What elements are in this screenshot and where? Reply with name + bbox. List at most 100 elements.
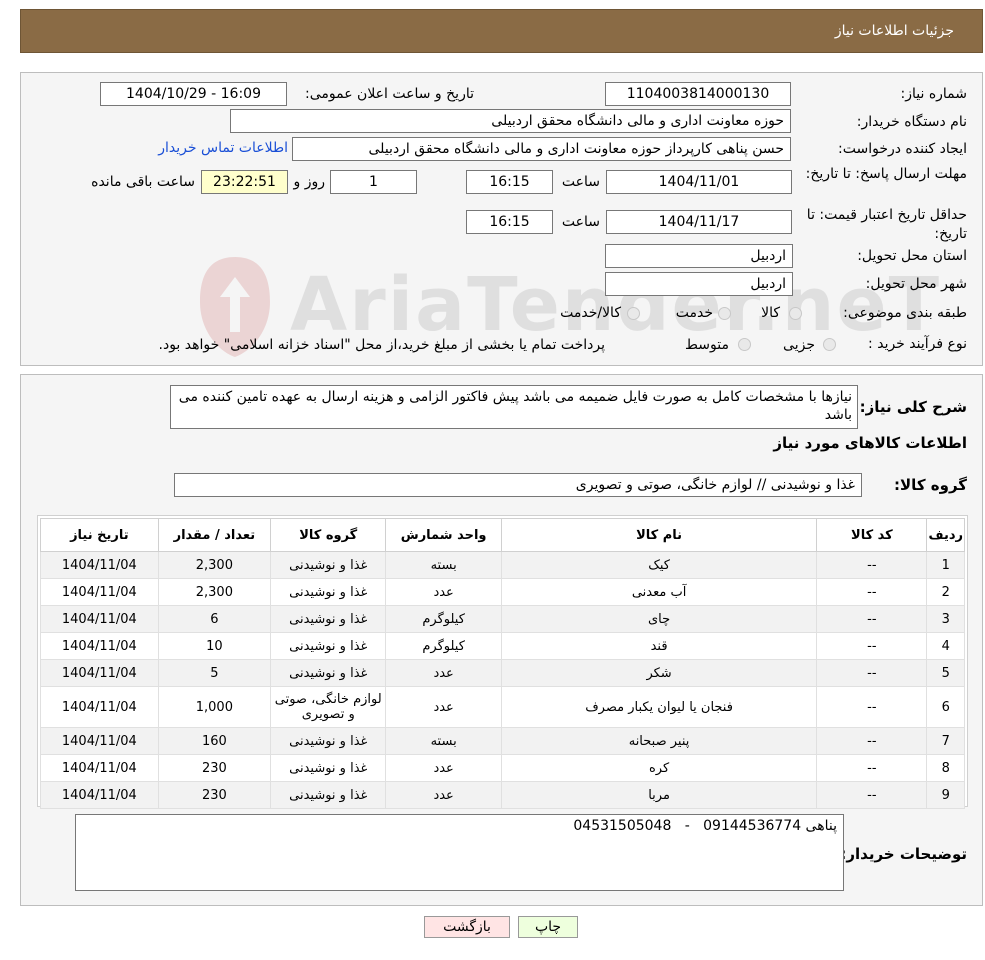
category-service-label: خدمت [675, 305, 713, 321]
category-goods-radio[interactable] [789, 307, 802, 320]
cell-quantity: 2,300 [157, 551, 272, 579]
cell-item-name: شکر [500, 659, 818, 687]
cell-item-name: چای [500, 605, 818, 633]
creator-label: ایجاد کننده درخواست: [838, 141, 967, 157]
cell-item-code: -- [816, 686, 928, 728]
category-goods-service-radio[interactable] [627, 307, 640, 320]
remaining-label: ساعت باقی مانده [91, 174, 195, 190]
cell-group: غذا و نوشیدنی [270, 605, 387, 633]
col-header-unit: واحد شمارش [385, 518, 502, 552]
process-partial-radio[interactable] [823, 338, 836, 351]
cell-quantity: 2,300 [157, 578, 272, 606]
table-row: 2 -- آب معدنی عدد غذا و نوشیدنی 2,300 1404/11/… [40, 578, 965, 606]
cell-need-date: 1404/11/04 [40, 686, 159, 728]
page-title-bar: جزئیات اطلاعات نیاز [20, 9, 983, 53]
cell-item-code: -- [816, 727, 928, 755]
buyer-notes-textarea[interactable]: پناهی 09144536774 - 04531505048 [75, 814, 844, 891]
buyer-label: نام دستگاه خریدار: [856, 114, 967, 130]
cell-need-date: 1404/11/04 [40, 605, 159, 633]
cell-unit: عدد [385, 754, 502, 782]
category-goods-label: کالا [761, 305, 780, 321]
cell-row-number: 2 [926, 578, 965, 606]
description-label: شرح کلی نیاز: [859, 398, 967, 416]
table-row: 8 -- کره عدد غذا و نوشیدنی 230 1404/11/04 [40, 754, 965, 782]
deadline-time-label: ساعت [561, 174, 600, 190]
remaining-time-field: 23:22:51 [201, 170, 288, 194]
cell-group: غذا و نوشیدنی [270, 551, 387, 579]
cell-quantity: 5 [157, 659, 272, 687]
cell-unit: کیلوگرم [385, 632, 502, 660]
cell-item-name: کیک [500, 551, 818, 579]
cell-item-code: -- [816, 754, 928, 782]
process-partial-label: جزیی [783, 337, 815, 353]
cell-quantity: 6 [157, 605, 272, 633]
validity-time-label: ساعت [561, 214, 600, 230]
category-service-radio[interactable] [718, 307, 731, 320]
cell-item-name: قند [500, 632, 818, 660]
announce-label: تاریخ و ساعت اعلان عمومی: [305, 86, 474, 102]
cell-item-code: -- [816, 551, 928, 579]
cell-group: غذا و نوشیدنی [270, 659, 387, 687]
cell-row-number: 6 [926, 686, 965, 728]
goods-group-label: گروه کالا: [894, 476, 967, 494]
cell-quantity: 1,000 [157, 686, 272, 728]
back-button[interactable]: بازگشت [424, 916, 510, 938]
cell-row-number: 8 [926, 754, 965, 782]
print-button[interactable]: چاپ [518, 916, 578, 938]
cell-item-name: کره [500, 754, 818, 782]
cell-row-number: 1 [926, 551, 965, 579]
cell-need-date: 1404/11/04 [40, 578, 159, 606]
cell-item-name: پنیر صبحانه [500, 727, 818, 755]
cell-item-code: -- [816, 632, 928, 660]
category-goods-service-label: کالا/خدمت [560, 305, 621, 321]
table-row: 9 -- مربا عدد غذا و نوشیدنی 230 1404/11/04 [40, 781, 965, 809]
col-header-item-name: نام کالا [500, 518, 818, 552]
deadline-date-field: 1404/11/01 [606, 170, 792, 194]
city-field: اردبیل [605, 272, 793, 296]
cell-row-number: 5 [926, 659, 965, 687]
cell-need-date: 1404/11/04 [40, 659, 159, 687]
cell-unit: عدد [385, 659, 502, 687]
process-medium-radio[interactable] [738, 338, 751, 351]
cell-need-date: 1404/11/04 [40, 727, 159, 755]
cell-row-number: 3 [926, 605, 965, 633]
cell-group: غذا و نوشیدنی [270, 578, 387, 606]
validity-label: حداقل تاریخ اعتبار قیمت: تا تاریخ: [806, 207, 967, 242]
description-textarea[interactable]: نیازها با مشخصات کامل به صورت فایل ضمیمه… [170, 385, 858, 429]
col-header-item-code: کد کالا [816, 518, 928, 552]
validity-time-field: 16:15 [466, 210, 553, 234]
table-row: 4 -- قند کیلوگرم غذا و نوشیدنی 10 1404/11/04 [40, 632, 965, 660]
province-field: اردبیل [605, 244, 793, 268]
cell-item-code: -- [816, 605, 928, 633]
table-row: 6 -- فنجان یا لیوان یکبار مصرف عدد لوازم خان… [40, 686, 965, 728]
table-row: 1 -- کیک بسته غذا و نوشیدنی 2,300 1404/11/04 [40, 551, 965, 579]
cell-unit: بسته [385, 727, 502, 755]
cell-item-name: فنجان یا لیوان یکبار مصرف [500, 686, 818, 728]
cell-row-number: 4 [926, 632, 965, 660]
province-label: استان محل تحویل: [857, 248, 967, 264]
deadline-time-field: 16:15 [466, 170, 553, 194]
cell-group: غذا و نوشیدنی [270, 781, 387, 809]
creator-field: حسن پناهی کارپرداز حوزه معاونت اداری و م… [292, 137, 791, 161]
buyer-notes-label: توضیحات خریدار: [840, 845, 967, 863]
cell-unit: کیلوگرم [385, 605, 502, 633]
cell-item-name: آب معدنی [500, 578, 818, 606]
page-title: جزئیات اطلاعات نیاز [834, 23, 954, 39]
validity-date-field: 1404/11/17 [606, 210, 792, 234]
cell-quantity: 10 [157, 632, 272, 660]
need-number-label: شماره نیاز: [900, 86, 968, 102]
table-row: 7 -- پنیر صبحانه بسته غذا و نوشیدنی 160 1404/1… [40, 727, 965, 755]
deadline-label: مهلت ارسال پاسخ: تا تاریخ: [805, 166, 967, 182]
col-header-row-number: ردیف [926, 518, 965, 552]
cell-group: لوازم خانگی، صوتی و تصویری [270, 686, 387, 728]
cell-unit: عدد [385, 781, 502, 809]
col-header-group: گروه کالا [270, 518, 387, 552]
cell-group: غذا و نوشیدنی [270, 727, 387, 755]
cell-unit: عدد [385, 578, 502, 606]
cell-item-code: -- [816, 659, 928, 687]
contact-info-link[interactable]: اطلاعات تماس خریدار [158, 140, 288, 156]
process-label: نوع فرآیند خرید : [868, 336, 967, 352]
city-label: شهر محل تحویل: [865, 276, 967, 292]
table-row: 3 -- چای کیلوگرم غذا و نوشیدنی 6 1404/11/04 [40, 605, 965, 633]
days-field: 1 [330, 170, 417, 194]
